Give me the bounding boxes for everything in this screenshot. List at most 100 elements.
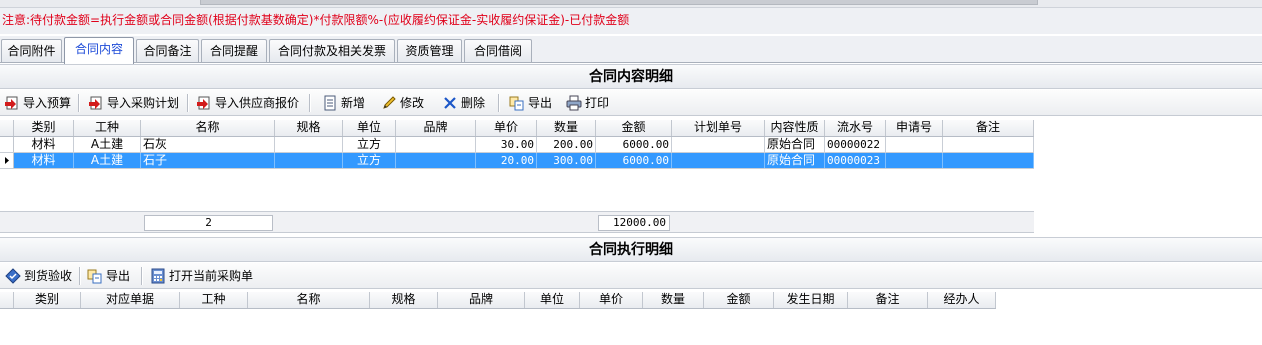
- column-header[interactable]: 工种: [180, 292, 248, 308]
- cell-price[interactable]: 30.00: [476, 137, 537, 152]
- table-row[interactable]: 材料 A土建 石灰 立方 30.00 200.00 6000.00 原始合同 0…: [0, 137, 1034, 153]
- import-red-icon: [196, 95, 212, 111]
- column-header[interactable]: 规格: [370, 292, 438, 308]
- payment-formula-notice: 注意:待付款金额=执行金额或合同金额(根据付款基数确定)*付款限额%-(应收履约…: [0, 8, 1262, 34]
- cell-unit[interactable]: 立方: [343, 137, 396, 152]
- column-header[interactable]: 流水号: [825, 120, 886, 136]
- cell-amount[interactable]: 6000.00: [596, 153, 672, 168]
- cell-serial[interactable]: 00000022: [825, 137, 886, 152]
- row-indicator[interactable]: [0, 137, 14, 152]
- column-header[interactable]: 申请号: [886, 120, 943, 136]
- execution-toolbar: 到货验收 导出 打开当前采购单: [0, 263, 1262, 289]
- column-header[interactable]: 规格: [275, 120, 343, 136]
- import-supplier-quote-label: 导入供应商报价: [215, 96, 300, 110]
- column-header[interactable]: 数量: [537, 120, 596, 136]
- cell-trade[interactable]: A土建: [74, 137, 141, 152]
- column-header[interactable]: 对应单据: [81, 292, 180, 308]
- contract-execution-grid: 类别 对应单据 工种 名称 规格 品牌 单位 单价 数量 金额 发生日期 备注 …: [0, 292, 996, 345]
- import-purchase-plan-label: 导入采购计划: [107, 96, 180, 110]
- cell-unit[interactable]: 立方: [343, 153, 396, 168]
- delete-button[interactable]: 删除: [442, 93, 485, 113]
- content-section-title: 合同内容明细: [0, 64, 1262, 89]
- column-header[interactable]: 金额: [704, 292, 774, 308]
- cell-plan-no[interactable]: [672, 137, 765, 152]
- column-header[interactable]: 备注: [943, 120, 1034, 136]
- tab-contract-attachments[interactable]: 合同附件: [1, 39, 62, 62]
- cell-amount[interactable]: 6000.00: [596, 137, 672, 152]
- cell-price[interactable]: 20.00: [476, 153, 537, 168]
- cell-trade[interactable]: A土建: [74, 153, 141, 168]
- receive-check-button[interactable]: 到货验收: [5, 266, 72, 286]
- open-purchase-order-button[interactable]: 打开当前采购单: [150, 266, 253, 286]
- column-header[interactable]: 品牌: [438, 292, 525, 308]
- column-header[interactable]: 内容性质: [765, 120, 825, 136]
- delete-x-icon: [442, 95, 458, 111]
- header-corner: [0, 120, 14, 136]
- cell-qty[interactable]: 300.00: [537, 153, 596, 168]
- execution-export-label: 导出: [106, 269, 131, 283]
- cell-nature[interactable]: 原始合同: [765, 153, 825, 168]
- column-header[interactable]: 单价: [580, 292, 643, 308]
- cell-apply-no[interactable]: [886, 153, 943, 168]
- execution-export-button[interactable]: 导出: [87, 266, 130, 286]
- column-header[interactable]: 单位: [525, 292, 580, 308]
- row-indicator[interactable]: [0, 153, 14, 168]
- cell-nature[interactable]: 原始合同: [765, 137, 825, 152]
- cell-name[interactable]: 石灰: [141, 137, 275, 152]
- tab-qualification-management[interactable]: 资质管理: [397, 39, 462, 62]
- column-header[interactable]: 发生日期: [774, 292, 848, 308]
- column-header[interactable]: 名称: [141, 120, 275, 136]
- edit-label: 修改: [400, 96, 425, 110]
- cell-category[interactable]: 材料: [14, 153, 74, 168]
- tab-contract-payment-invoices[interactable]: 合同付款及相关发票: [269, 39, 395, 62]
- tab-contract-content[interactable]: 合同内容: [64, 37, 134, 64]
- tab-contract-borrowing[interactable]: 合同借阅: [464, 39, 532, 62]
- column-header[interactable]: 备注: [848, 292, 928, 308]
- add-button[interactable]: 新增: [322, 93, 365, 113]
- cell-remark[interactable]: [943, 153, 1034, 168]
- column-header[interactable]: 经办人: [928, 292, 996, 308]
- toolbar-separator: [78, 94, 80, 112]
- table-row-selected[interactable]: 材料 A土建 石子 立方 20.00 300.00 6000.00 原始合同 0…: [0, 153, 1034, 169]
- column-header[interactable]: 金额: [596, 120, 672, 136]
- toolbar-separator: [187, 94, 189, 112]
- import-purchase-plan-button[interactable]: 导入采购计划: [88, 93, 179, 113]
- edit-button[interactable]: 修改: [381, 93, 424, 113]
- receive-check-label: 到货验收: [24, 269, 73, 283]
- new-document-icon: [322, 95, 338, 111]
- column-header[interactable]: 类别: [14, 120, 74, 136]
- import-budget-button[interactable]: 导入预算: [4, 93, 71, 113]
- cell-brand[interactable]: [396, 153, 476, 168]
- execution-section-title: 合同执行明细: [0, 237, 1262, 262]
- cell-brand[interactable]: [396, 137, 476, 152]
- cell-category[interactable]: 材料: [14, 137, 74, 152]
- column-header[interactable]: 名称: [248, 292, 370, 308]
- print-button[interactable]: 打印: [566, 93, 609, 113]
- column-header[interactable]: 单价: [476, 120, 537, 136]
- header-corner: [0, 292, 14, 308]
- export-button[interactable]: 导出: [509, 93, 552, 113]
- cell-serial[interactable]: 00000023: [825, 153, 886, 168]
- tab-contract-remarks[interactable]: 合同备注: [136, 39, 199, 62]
- horizontal-scrollbar-thumb[interactable]: [200, 0, 1038, 5]
- cell-qty[interactable]: 200.00: [537, 137, 596, 152]
- delete-label: 删除: [461, 96, 486, 110]
- cell-spec[interactable]: [275, 153, 343, 168]
- cell-spec[interactable]: [275, 137, 343, 152]
- row-count-summary: 2: [144, 215, 273, 231]
- column-header[interactable]: 数量: [643, 292, 704, 308]
- import-supplier-quote-button[interactable]: 导入供应商报价: [196, 93, 299, 113]
- column-header[interactable]: 单位: [343, 120, 396, 136]
- column-header[interactable]: 计划单号: [672, 120, 765, 136]
- print-label: 打印: [585, 96, 610, 110]
- cell-apply-no[interactable]: [886, 137, 943, 152]
- column-header[interactable]: 类别: [14, 292, 81, 308]
- column-header[interactable]: 工种: [74, 120, 141, 136]
- column-header[interactable]: 品牌: [396, 120, 476, 136]
- tab-contract-reminders[interactable]: 合同提醒: [201, 39, 267, 62]
- cell-remark[interactable]: [943, 137, 1034, 152]
- cell-name[interactable]: 石子: [141, 153, 275, 168]
- current-row-arrow-icon: [5, 157, 9, 164]
- cell-plan-no[interactable]: [672, 153, 765, 168]
- printer-icon: [566, 95, 582, 111]
